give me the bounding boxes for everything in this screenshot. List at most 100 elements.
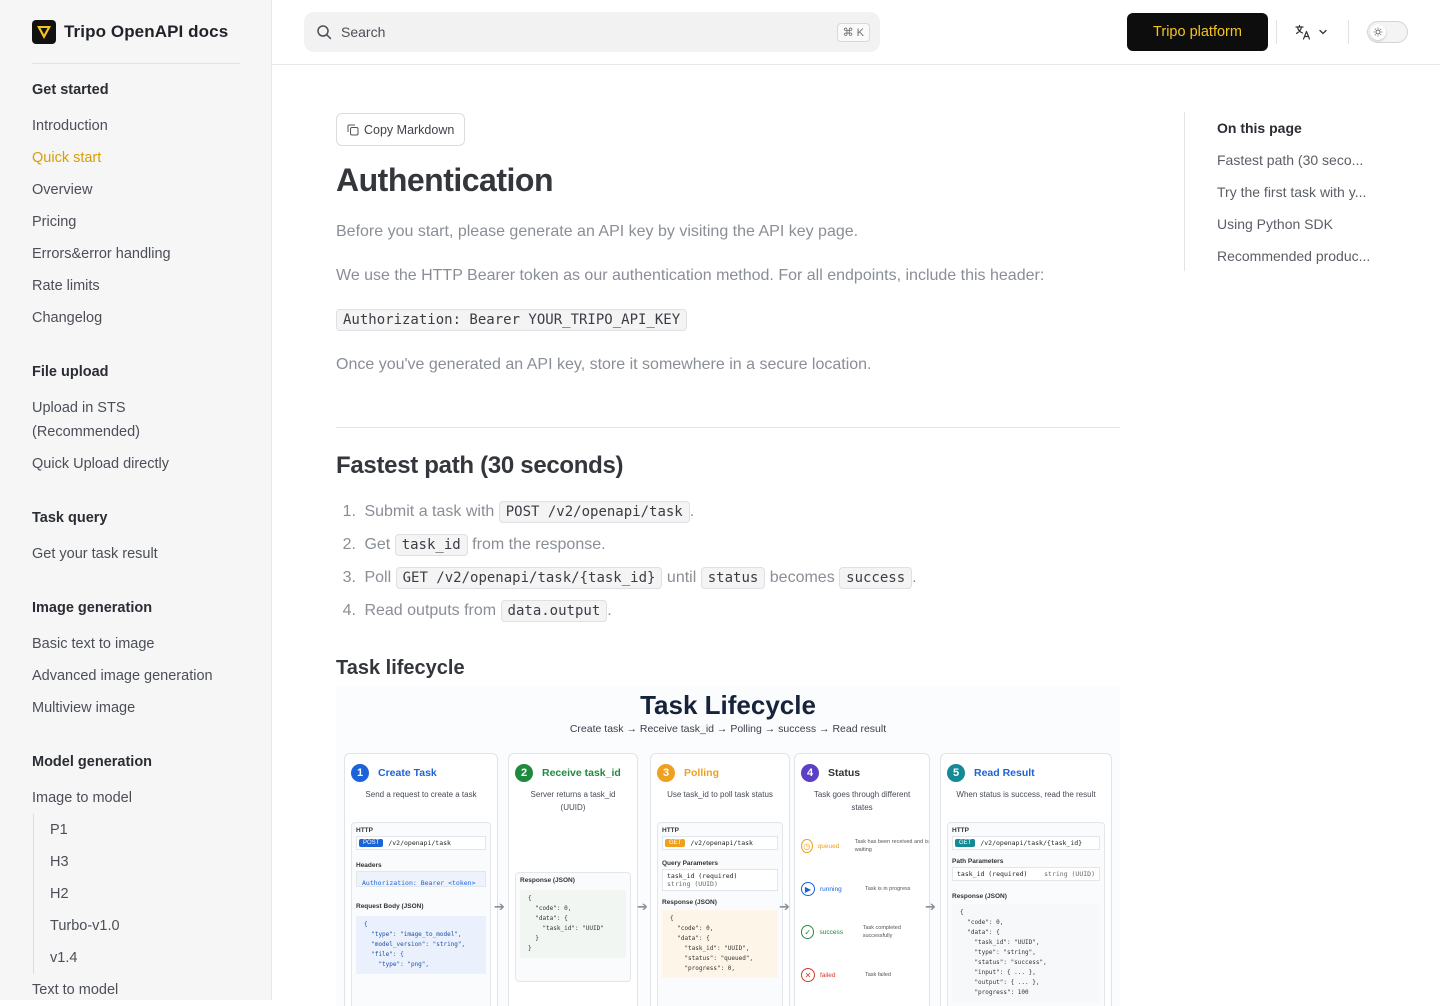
sidebar-item-p1[interactable]: P1 [50, 814, 240, 846]
sidebar-item-multiview-image[interactable]: Multiview image [32, 692, 240, 724]
sidebar-item-get-task-result[interactable]: Get your task result [32, 538, 240, 570]
sidebar-item-errors[interactable]: Errors&error handling [32, 238, 240, 270]
task-lifecycle-diagram: Task Lifecycle Create task → Receive tas… [336, 686, 1120, 1006]
nav-group-title: Get started [32, 82, 109, 98]
brand[interactable]: Tripo OpenAPI docs [32, 20, 228, 44]
step-number: 1. [342, 503, 356, 520]
header-row: Authorization: Bearer <token> [356, 871, 486, 887]
tripo-platform-button[interactable]: Tripo platform [1127, 13, 1268, 51]
step-number-badge: 2 [515, 764, 533, 782]
state-queued: ◷ queued Task has been received and is w… [801, 838, 929, 854]
divider [1276, 20, 1277, 44]
clock-icon: ◷ [801, 839, 813, 853]
state-name: success [819, 928, 843, 936]
sidebar: Tripo OpenAPI docs Get started Introduct… [0, 0, 272, 1000]
sidebar-item-rate-limits[interactable]: Rate limits [32, 270, 240, 302]
brand-divider [32, 63, 240, 64]
brand-title: Tripo OpenAPI docs [64, 22, 229, 41]
arrow-right-icon: ➔ [494, 899, 505, 914]
code-block: { "code": 0, "data": { "task_id": "UUID"… [520, 890, 626, 958]
endpoint-row: GET /v2/openapi/task [662, 836, 778, 850]
step-description: Server returns a task_id (UUID) [530, 790, 616, 812]
inline-code: POST /v2/openapi/task [498, 501, 690, 523]
sidebar-item-image-to-model[interactable]: Image to model [32, 782, 240, 814]
page-title: Authentication [336, 162, 553, 198]
auth-header-code-line: Authorization: Bearer YOUR_TRIPO_API_KEY [336, 308, 688, 332]
toc-item-python-sdk[interactable]: Using Python SDK [1217, 208, 1384, 240]
box-label: HTTP [356, 827, 373, 834]
sidebar-item-h2[interactable]: H2 [50, 878, 240, 910]
sidebar-item-turbo-v1[interactable]: Turbo-v1.0 [50, 910, 240, 942]
step-number-badge: 1 [351, 764, 369, 782]
sidebar-item-overview[interactable]: Overview [32, 174, 240, 206]
play-icon: ▶ [801, 882, 815, 896]
step-text: . [912, 569, 917, 586]
method-badge: POST [359, 839, 384, 847]
list-item: 4. Read outputs from data.output. [336, 598, 917, 631]
language-switcher[interactable] [1294, 20, 1328, 44]
code-block: { "code": 0, "data": { "task_id": "UUID"… [952, 904, 1100, 1002]
nav-group-title: Task query [32, 510, 108, 526]
state-success: ✓ success Task completed successfully [801, 924, 929, 940]
step-title: Status [828, 767, 861, 779]
step-text: Submit a task with [364, 503, 495, 520]
lifecycle-step-polling: 3 Polling Use task_id to poll task statu… [650, 753, 790, 1006]
sidebar-item-introduction[interactable]: Introduction [32, 110, 240, 142]
state-name: running [820, 885, 842, 893]
toc-item-fastest-path[interactable]: Fastest path (30 seco... [1217, 144, 1384, 176]
endpoint-row: POST /v2/openapi/task [356, 836, 486, 850]
lifecycle-step-read-result: 5 Read Result When status is success, re… [940, 753, 1112, 1006]
box-label: Path Parameters [952, 858, 1004, 865]
sidebar-item-pricing[interactable]: Pricing [32, 206, 240, 238]
diagram-title: Task Lifecycle [640, 690, 816, 720]
step-text: becomes [769, 569, 835, 586]
inline-code: data.output [500, 600, 608, 622]
translate-icon [1295, 24, 1311, 40]
sidebar-item-advanced-image-generation[interactable]: Advanced image generation [32, 660, 240, 692]
x-icon: ✕ [801, 968, 815, 982]
fastest-path-heading: Fastest path (30 seconds) [336, 452, 624, 479]
sidebar-item-changelog[interactable]: Changelog [32, 302, 240, 334]
step-header: 3 Polling [657, 764, 719, 782]
search-input[interactable]: Search ⌘ K [304, 12, 880, 52]
response-box: Response (JSON) { "code": 0, "data": { "… [515, 872, 631, 982]
box-label: Query Parameters [662, 860, 719, 867]
step-text: Read outputs from [364, 602, 497, 619]
nav-group-file-upload: File upload Upload in STS (Recommended) … [32, 360, 240, 480]
section-divider [336, 427, 1120, 428]
nav-group-model-generation: Model generation Image to model P1 H3 H2… [32, 750, 240, 1000]
sidebar-item-h3[interactable]: H3 [50, 846, 240, 878]
sidebar-item-basic-text-to-image[interactable]: Basic text to image [32, 628, 240, 660]
inline-code: status [700, 567, 766, 589]
sidebar-item-quick-start[interactable]: Quick start [32, 142, 240, 174]
toggle-knob [1370, 24, 1386, 40]
step-text: from the response. [472, 536, 606, 553]
auth-method-paragraph: We use the HTTP Bearer token as our auth… [336, 267, 1045, 284]
copy-markdown-label: Copy Markdown [364, 122, 455, 137]
box-label: Response (JSON) [520, 877, 575, 884]
theme-toggle[interactable] [1367, 21, 1408, 43]
sidebar-item-upload-sts[interactable]: Upload in STS (Recommended) [32, 392, 240, 448]
code-block: { "type": "image_to_model", "model_versi… [356, 916, 486, 974]
inline-code: task_id [394, 534, 468, 556]
copy-markdown-button[interactable]: Copy Markdown [336, 113, 466, 146]
sidebar-item-text-to-model[interactable]: Text to model [32, 974, 240, 1000]
step-text: . [607, 602, 612, 619]
lifecycle-step-receive-task-id: 2 Receive task_id Server returns a task_… [508, 753, 638, 1006]
state-note: Task has been received and is waiting [854, 839, 929, 853]
sidebar-nav: Get started Introduction Quick start Ove… [32, 78, 240, 1000]
step-description: Send a request to create a task [365, 790, 477, 799]
param-name: task_id (required) [957, 870, 1028, 878]
step-text: Get [364, 536, 391, 553]
sidebar-subnav: P1 H3 H2 Turbo-v1.0 v1.4 [33, 814, 240, 974]
method-badge: GET [955, 839, 976, 847]
list-item: 1. Submit a task with POST /v2/openapi/t… [336, 499, 917, 532]
toc-item-recommended[interactable]: Recommended produc... [1217, 240, 1384, 272]
step-header: 1 Create Task [351, 764, 437, 782]
sidebar-item-quick-upload[interactable]: Quick Upload directly [32, 448, 240, 480]
endpoint-path: /v2/openapi/task [690, 839, 753, 847]
toc-item-try-first-task[interactable]: Try the first task with y... [1217, 176, 1384, 208]
search-shortcut: ⌘ K [836, 22, 870, 42]
request-box: HTTP POST /v2/openapi/task Headers Autho… [351, 822, 491, 1006]
sidebar-item-v1-4[interactable]: v1.4 [50, 942, 240, 974]
